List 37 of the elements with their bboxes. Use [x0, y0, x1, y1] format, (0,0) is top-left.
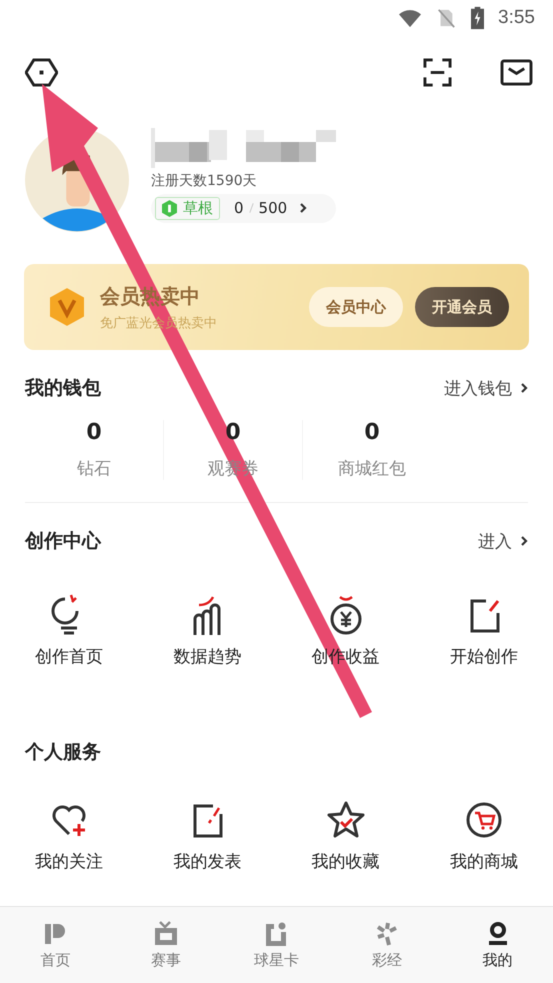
- no-sim-icon: [435, 8, 458, 28]
- tab[interactable]: 彩经: [347, 920, 428, 970]
- tab[interactable]: 球星卡: [236, 920, 316, 970]
- section-title: 我的钱包: [25, 376, 101, 401]
- wallet-item[interactable]: 0 商城红包: [303, 420, 441, 480]
- service-item-label[interactable]: 我的收藏: [312, 850, 380, 873]
- register-days: 注册天数1590天: [151, 172, 336, 190]
- scan-icon[interactable]: [421, 58, 454, 86]
- creation-item-label[interactable]: 数据趋势: [173, 645, 242, 668]
- section-title: 个人服务: [25, 740, 101, 765]
- mail-icon[interactable]: [500, 58, 533, 86]
- tv-icon: [152, 920, 179, 946]
- progress-link[interactable]: 0 500: [234, 199, 308, 217]
- wifi-icon: [399, 8, 422, 28]
- wallet-item[interactable]: 0 钻石: [25, 420, 164, 480]
- tab[interactable]: 我的: [458, 920, 538, 970]
- vip-badge-icon: [50, 288, 84, 326]
- level-name: 草根: [183, 198, 213, 218]
- hexagon-level-icon: [162, 200, 177, 216]
- chevron-icon: [299, 202, 308, 214]
- service-item-label[interactable]: 我的关注: [35, 850, 104, 873]
- chevron-icon: [520, 535, 528, 547]
- service-item-label[interactable]: 我的发表: [173, 850, 242, 873]
- tab[interactable]: 首页: [15, 920, 96, 970]
- section-title: 创作中心: [25, 529, 101, 554]
- creation-item-label[interactable]: 创作首页: [35, 645, 104, 668]
- open-vip-button[interactable]: 开通会员: [415, 287, 509, 327]
- tab[interactable]: 赛事: [126, 920, 206, 970]
- enter-link[interactable]: 进入: [478, 530, 528, 552]
- chevron-icon: [520, 382, 528, 394]
- creation-item-label[interactable]: 开始创作: [450, 645, 518, 668]
- battery-icon: [471, 6, 484, 30]
- service-item-label[interactable]: 我的商城: [450, 850, 518, 873]
- vip-center-button[interactable]: 会员中心: [309, 287, 403, 327]
- enter-wallet-link[interactable]: 进入钱包: [444, 376, 528, 400]
- hexagon-settings-icon[interactable]: [25, 58, 58, 86]
- status-time: 3:55: [498, 7, 535, 29]
